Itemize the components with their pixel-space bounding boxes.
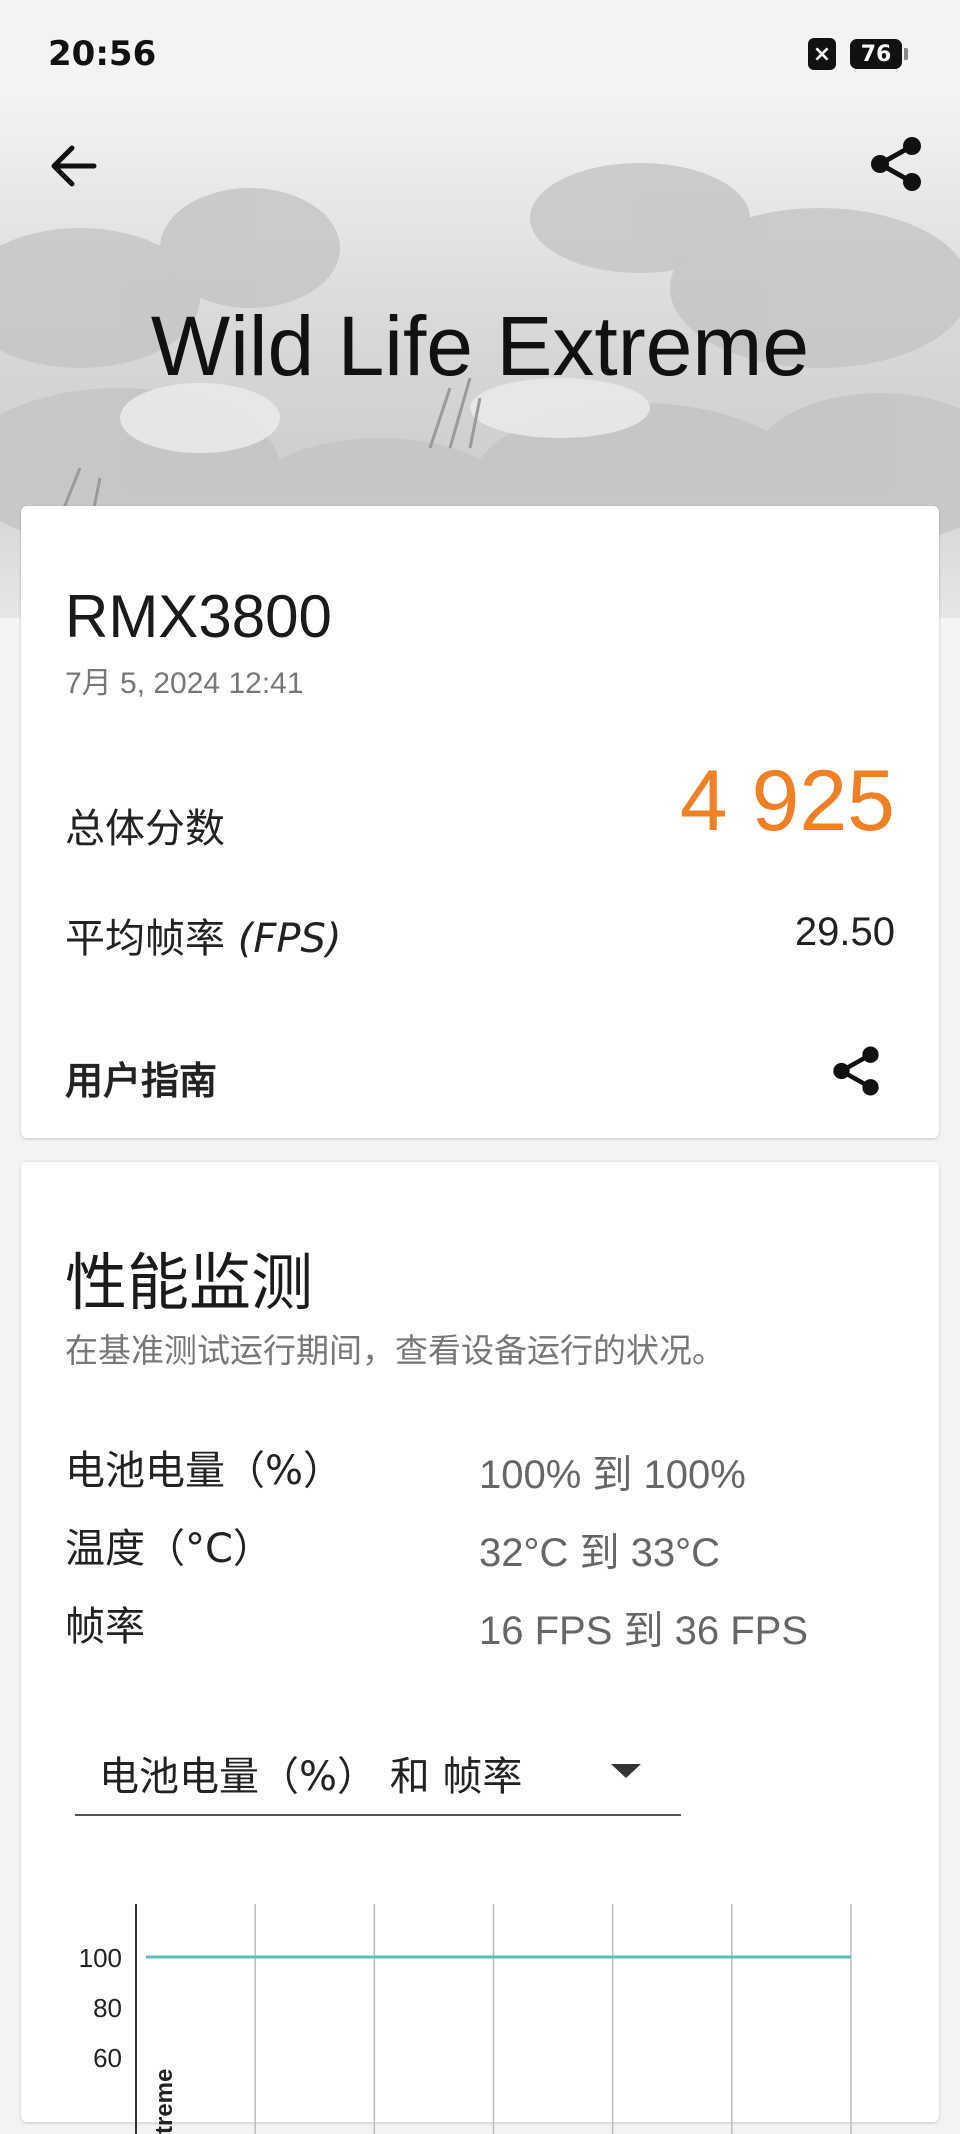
y-tick-label: 60: [93, 2043, 122, 2073]
dropdown-selected-value: 电池电量（%） 和 帧率: [99, 1754, 523, 1800]
user-guide-link[interactable]: 用户指南: [65, 1050, 217, 1105]
dropdown-caret-icon: [611, 1764, 641, 1778]
y-tick-label: 80: [93, 1993, 122, 2023]
average-fps-value: 29.50: [794, 910, 895, 954]
device-name: RMX3800: [65, 583, 332, 650]
overall-score-value: 4 925: [679, 753, 895, 849]
share-icon[interactable]: [864, 132, 928, 196]
performance-monitor-card: 性能监测 在基准测试运行期间，查看设备运行的状况。 电池电量（%） 100% 到…: [21, 1162, 939, 2134]
page-title: Wild Life Extreme: [150, 299, 810, 393]
framerate-stat-label: 帧率: [65, 1604, 145, 1650]
result-card: RMX3800 7月 5, 2024 12:41 总体分数 4 925 平均帧率…: [21, 506, 939, 1138]
battery-stat-label: 电池电量（%）: [65, 1448, 344, 1494]
battery-level: 76: [860, 41, 892, 67]
status-time: 20:56: [48, 34, 157, 74]
framerate-stat-value: 16 FPS 到 36 FPS: [479, 1609, 809, 1653]
temperature-stat-value: 32°C 到 33°C: [479, 1531, 720, 1575]
status-icons: × 76: [808, 38, 908, 70]
battery-fps-chart: 100 80 60 treme: [79, 1904, 852, 2134]
average-fps-unit: (FPS): [237, 916, 342, 962]
battery-stat-value: 100% 到 100%: [479, 1453, 746, 1497]
chart-metric-dropdown[interactable]: 电池电量（%） 和 帧率: [75, 1714, 681, 1816]
sim-disabled-icon: ×: [808, 38, 836, 70]
back-arrow-icon[interactable]: [44, 136, 104, 196]
average-fps-label-text: 平均帧率: [65, 916, 238, 962]
average-fps-label: 平均帧率 (FPS): [65, 906, 341, 964]
test-date: 7月 5, 2024 12:41: [65, 667, 304, 700]
status-bar: 20:56 × 76: [0, 0, 960, 90]
section-subtitle: 在基准测试运行期间，查看设备运行的状况。: [65, 1331, 725, 1370]
overall-score-label: 总体分数: [65, 806, 225, 852]
temperature-stat-label: 温度（°C）: [65, 1526, 273, 1572]
section-title: 性能监测: [65, 1246, 314, 1319]
battery-icon: 76: [850, 39, 908, 69]
share-icon[interactable]: [827, 1042, 885, 1100]
chart-side-label: treme: [151, 2069, 178, 2134]
y-tick-label: 100: [79, 1943, 122, 1973]
